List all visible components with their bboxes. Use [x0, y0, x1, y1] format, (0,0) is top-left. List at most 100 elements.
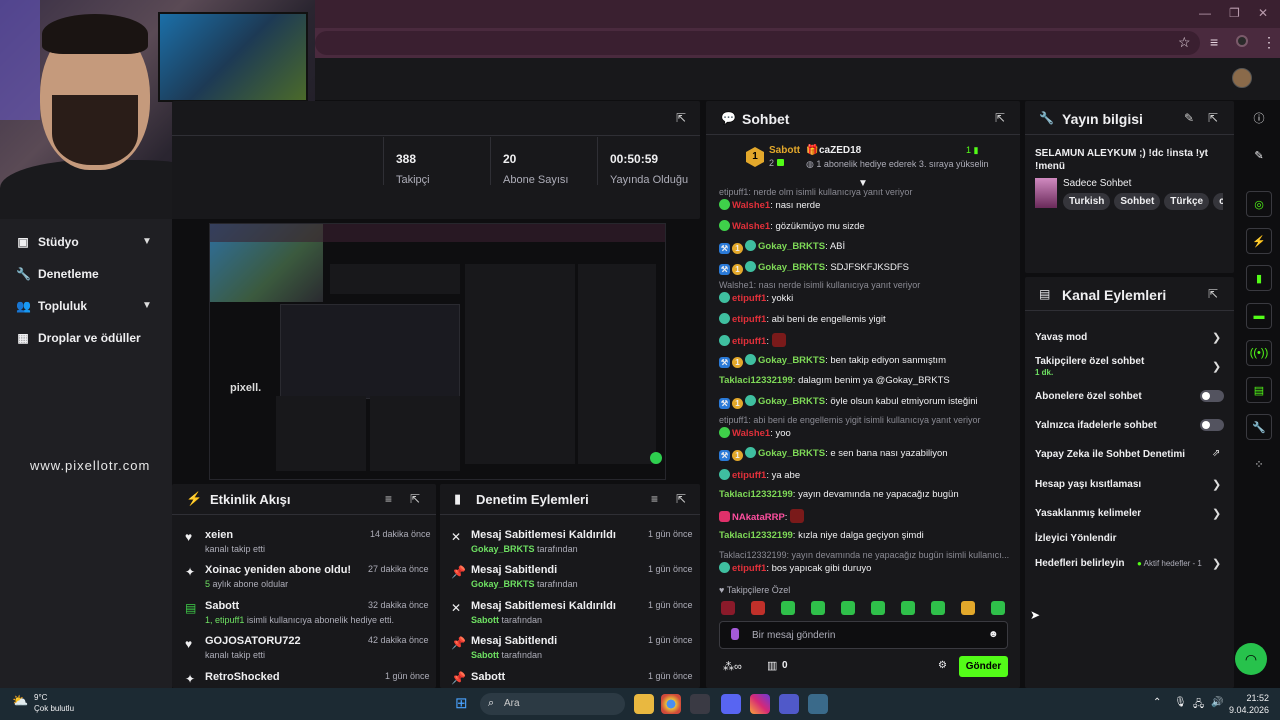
action-banned-words[interactable]: Yasaklanmış kelimeler [1035, 508, 1141, 519]
filter-icon[interactable]: ≡ [651, 492, 658, 506]
chevron-right-icon[interactable]: ❯ [1212, 557, 1221, 570]
popout-icon[interactable]: ⇱ [676, 111, 686, 125]
chat-message[interactable]: Walshe1: nası nerde [719, 199, 820, 211]
tray-chevron-icon[interactable]: ⌃ [1153, 697, 1161, 708]
teams-icon[interactable] [779, 694, 799, 714]
bolt-icon[interactable]: ⚡ [1246, 228, 1272, 254]
chat-username[interactable]: Taklaci12332199 [719, 489, 793, 500]
emote-icon[interactable] [751, 601, 765, 615]
chat-message[interactable]: etipuff1: [719, 333, 786, 347]
browser-menu-icon[interactable]: ⋮ [1262, 34, 1276, 51]
camera-icon[interactable]: ◎ [1246, 191, 1272, 217]
chat-message[interactable]: Walshe1: yoo [719, 427, 791, 439]
emote-icon[interactable] [991, 601, 1005, 615]
chat-username[interactable]: etipuff1 [732, 336, 766, 347]
filter-icon[interactable]: ≡ [385, 492, 392, 506]
emote-icon[interactable] [931, 601, 945, 615]
chat-username[interactable]: Walshe1 [732, 200, 770, 211]
network-icon[interactable]: 🖧 [1193, 697, 1204, 714]
emote-icon[interactable] [811, 601, 825, 615]
emote-icon[interactable] [841, 601, 855, 615]
category-name[interactable]: Sadece Sohbet [1063, 178, 1131, 189]
chat-username[interactable]: etipuff1 [732, 314, 766, 325]
chat-username[interactable]: Walshe1 [732, 221, 770, 232]
tag[interactable]: Türkçe [1164, 193, 1210, 210]
taskbar-search[interactable] [480, 693, 625, 715]
chat-username[interactable]: etipuff1 [732, 470, 766, 481]
emote-icon[interactable] [901, 601, 915, 615]
chat-message[interactable]: Taklaci12332199: kızla niye dalga geçiyo… [719, 530, 924, 541]
chat-username[interactable]: Gokay_BRKTS [758, 262, 825, 273]
chat-reply-context[interactable]: etipuff1: abi beni de engellemis yigit i… [719, 415, 980, 426]
chat-username[interactable]: etipuff1 [732, 563, 766, 574]
chevron-down-icon[interactable]: ▼ [142, 300, 152, 311]
support-headset-icon[interactable]: ◠ [1235, 643, 1267, 675]
infinity-icon[interactable]: ⁂∞ [723, 660, 742, 673]
chat-message[interactable]: NAkataRRP: [719, 509, 805, 523]
minimize-icon[interactable]: — [1199, 6, 1211, 20]
weather-icon[interactable]: ⛅ [12, 693, 28, 709]
send-button[interactable]: Gönder [959, 656, 1008, 677]
popout-icon[interactable]: ⇱ [1208, 111, 1218, 125]
maximize-icon[interactable]: ❐ [1229, 6, 1240, 20]
channel-actions-icon[interactable]: ▤ [1246, 377, 1272, 403]
chat-message[interactable]: etipuff1: abi beni de engellemis yigit [719, 313, 886, 325]
chat-username[interactable]: Taklaci12332199 [719, 530, 793, 541]
sidebar-item-studio[interactable]: ▣ Stüdyo [16, 235, 78, 249]
tag[interactable]: Sohbet [1114, 193, 1161, 210]
sidebar-item-moderation[interactable]: 🔧 Denetleme [16, 267, 99, 281]
emote-icon[interactable] [781, 601, 795, 615]
action-account-age[interactable]: Hesap yaşı kısıtlaması [1035, 479, 1141, 490]
emote-icon[interactable] [721, 601, 735, 615]
microphone-icon[interactable] [731, 628, 739, 640]
tag[interactable]: Turkish [1063, 193, 1111, 210]
chat-message[interactable]: ⚒ 1 Gokay_BRKTS: ben takip ediyon sanmıştı… [719, 354, 946, 368]
profile-icon[interactable] [1236, 35, 1248, 47]
chat-username[interactable]: Walshe1 [732, 428, 770, 439]
tag[interactable]: chi [1213, 193, 1223, 210]
subscribers-only-toggle[interactable] [1200, 390, 1224, 402]
chat-username[interactable]: Gokay_BRKTS [758, 241, 825, 252]
media-control-icon[interactable]: ≡ [1210, 34, 1218, 50]
stream-preview[interactable]: pixell. [209, 223, 666, 480]
chat-message[interactable]: Taklaci12332199: yayın devamında ne yapa… [719, 489, 959, 500]
chevron-down-icon[interactable]: ▼ [142, 236, 152, 247]
emote-icon[interactable] [961, 601, 975, 615]
chat-message[interactable]: ⚒ 1 Gokay_BRKTS: SDJFSKFJKSDFS [719, 261, 909, 275]
chat-reply-context[interactable]: etipuff1: nerde olm isimli kullanıcıya y… [719, 187, 912, 198]
action-subscribers-only[interactable]: Abonelere özel sohbet [1035, 391, 1142, 402]
chevron-right-icon[interactable]: ❯ [1212, 507, 1221, 520]
chat-reply-context[interactable]: Taklaci12332199: yayın devamında ne yapa… [719, 550, 1009, 561]
popout-icon[interactable]: ⇱ [995, 111, 1005, 125]
bookmark-star-icon[interactable]: ☆ [1178, 34, 1191, 51]
file-explorer-icon[interactable] [634, 694, 654, 714]
chat-message[interactable]: ⚒ 1 Gokay_BRKTS: öyle olsun kabul etmiyoru… [719, 395, 978, 409]
chat-message[interactable]: etipuff1: yokki [719, 292, 793, 304]
chrome-icon[interactable] [661, 694, 681, 714]
chat-message[interactable]: ⚒ 1 Gokay_BRKTS: e sen bana nası yazabiliy… [719, 447, 948, 461]
action-emote-only[interactable]: Yalnızca ifadelerle sohbet [1035, 420, 1157, 431]
action-raid[interactable]: İzleyici Yönlendir [1035, 533, 1117, 544]
info-icon[interactable]: ⓘ [1246, 105, 1272, 131]
chevron-right-icon[interactable]: ❯ [1212, 478, 1221, 491]
chat-username[interactable]: Gokay_BRKTS [758, 355, 825, 366]
broadcast-icon[interactable]: ((•)) [1246, 340, 1272, 366]
chat-message[interactable]: Taklaci12332199: dalagım benim ya @Gokay… [719, 375, 950, 386]
chat-bubble-icon[interactable]: ▬ [1246, 303, 1272, 329]
chat-message[interactable]: etipuff1: bos yapıcak gibi duruyo [719, 562, 871, 574]
store-icon[interactable]: ▥ [767, 659, 777, 672]
leaderboard-user[interactable]: Sabott [769, 145, 800, 156]
chat-message[interactable]: etipuff1: ya abe [719, 469, 800, 481]
chat-username[interactable]: Gokay_BRKTS [758, 396, 825, 407]
wrench-icon[interactable]: 🔧 [1246, 414, 1272, 440]
chat-settings-icon[interactable]: ⚙ [938, 660, 947, 671]
popout-icon[interactable]: ⇱ [676, 492, 686, 506]
leaderboard-gifter[interactable]: caZED18 [819, 145, 861, 156]
chat-reply-context[interactable]: Walshe1: nası nerde isimli kullanıcıya y… [719, 280, 920, 291]
chevron-right-icon[interactable]: ❯ [1212, 360, 1221, 373]
emote-only-toggle[interactable] [1200, 419, 1224, 431]
instagram-icon[interactable] [750, 694, 770, 714]
chat-username[interactable]: NAkataRRP [732, 512, 785, 523]
discord-icon[interactable] [721, 694, 741, 714]
popout-icon[interactable]: ⇱ [410, 492, 420, 506]
